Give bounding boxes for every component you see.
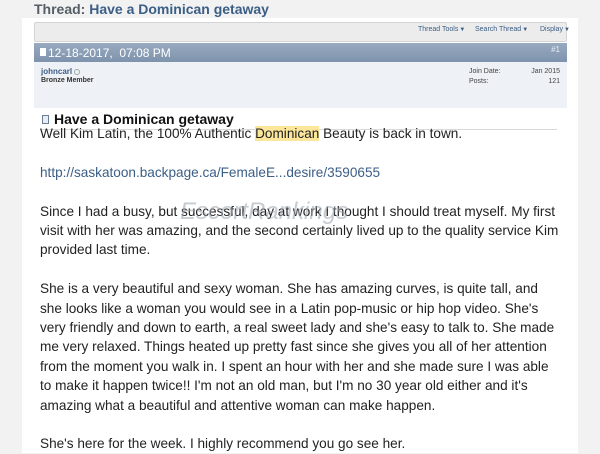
- post-permalink[interactable]: #1: [551, 45, 560, 54]
- post-header: 12-18-2017, 07:08 PM #1: [34, 43, 567, 62]
- paragraph-closing: She's here for the week. I highly recomm…: [40, 436, 406, 452]
- intro-text: Well Kim Latin, the 100% Authentic: [40, 126, 256, 141]
- display-label: Display: [540, 26, 563, 33]
- user-stat-labels: Join Date: Posts:: [469, 67, 501, 87]
- posts-count: 121: [548, 78, 560, 85]
- chevron-down-icon: ▼: [522, 27, 529, 33]
- paragraph-intro: Well Kim Latin, the 100% Authentic Domin…: [40, 124, 562, 143]
- thread-tools-menu[interactable]: Thread Tools▼: [418, 26, 465, 33]
- post-icon: [40, 48, 46, 56]
- document-icon: [42, 115, 49, 124]
- chevron-down-icon: ▼: [459, 27, 466, 33]
- username-link[interactable]: johncarl: [41, 67, 81, 76]
- search-thread-label: Search Thread: [475, 26, 522, 33]
- display-menu[interactable]: Display▼: [540, 26, 570, 33]
- username: johncarl: [41, 67, 73, 76]
- thread-page: Thread Tools▼ Search Thread▼ Display▼ 12…: [22, 18, 578, 453]
- offline-status-icon: [74, 68, 81, 75]
- post-date: 12-18-2017, 07:08 PM: [48, 46, 171, 60]
- thread-title: Thread: Have a Dominican getaway: [34, 1, 269, 17]
- intro-text-end: Beauty is back in town.: [319, 126, 463, 141]
- paragraph-description: She is a very beautiful and sexy woman. …: [40, 281, 555, 413]
- search-highlight: Dominican: [255, 126, 320, 141]
- search-thread-menu[interactable]: Search Thread▼: [475, 26, 528, 33]
- user-info-bar: johncarl Bronze Member Join Date: Posts:…: [34, 62, 567, 108]
- backpage-link[interactable]: http://saskatoon.backpage.ca/FemaleE...d…: [40, 165, 380, 180]
- posts-label: Posts:: [469, 78, 489, 85]
- post-content: Well Kim Latin, the 100% Authentic Domin…: [40, 124, 562, 454]
- join-date-value: Jan 2015: [531, 68, 560, 75]
- post-body: Have a Dominican getaway Well Kim Latin,…: [34, 108, 567, 453]
- user-stat-values: Jan 2015 121: [531, 67, 560, 87]
- thread-tools-label: Thread Tools: [418, 26, 459, 33]
- site-watermark: EscortRankings: [180, 198, 349, 225]
- chevron-down-icon: ▼: [563, 27, 570, 33]
- join-date-label: Join Date:: [469, 68, 501, 75]
- thread-toolbar: Thread Tools▼ Search Thread▼ Display▼: [34, 22, 570, 42]
- thread-prefix: Thread:: [34, 1, 86, 17]
- user-rank: Bronze Member: [41, 77, 94, 84]
- thread-title-text: Have a Dominican getaway: [89, 1, 269, 17]
